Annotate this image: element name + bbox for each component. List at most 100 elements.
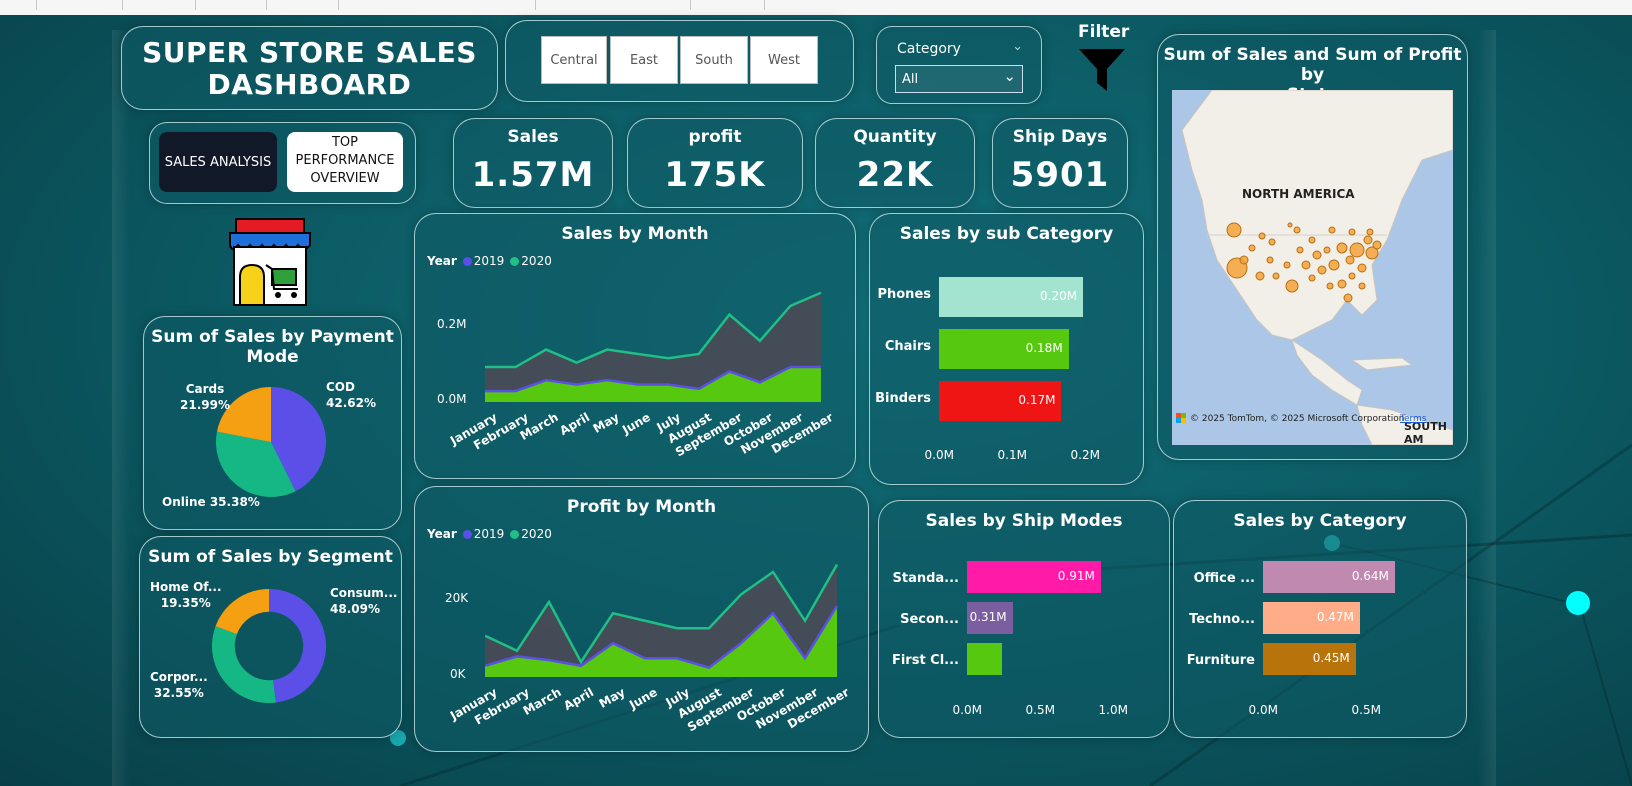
sales-by-month-title: Sales by Month xyxy=(561,224,709,244)
chevron-down-icon: ⌄ xyxy=(1003,67,1016,85)
logo-square xyxy=(1181,418,1186,423)
legend-dot-2020 xyxy=(510,257,520,266)
x-tick-month: April xyxy=(561,685,597,714)
legend-title: Year xyxy=(427,254,457,268)
map-terms-link[interactable]: Terms xyxy=(1400,414,1427,424)
kpi-label: profit xyxy=(688,127,742,147)
state-bubble-map[interactable]: NORTH AMERICA SOUTH AM © 2025 TomTom, © … xyxy=(1172,90,1453,445)
bar[interactable] xyxy=(967,643,1003,675)
top-toolbar-strip xyxy=(0,0,1632,16)
sales-month-area-chart[interactable] xyxy=(485,284,831,402)
kpi-card-ship-days: Ship Days 5901 xyxy=(992,118,1128,208)
region-button-south[interactable]: South xyxy=(680,36,748,84)
category-title: Sales by Category xyxy=(1233,511,1407,531)
x-tick: 1.0M xyxy=(1098,703,1128,717)
map-card: Sum of Sales and Sum of Profit by State … xyxy=(1157,34,1468,460)
category-card: Sales by Category Office ... 0.64M Techno.… xyxy=(1173,500,1467,738)
x-tick: 0.1M xyxy=(997,448,1027,462)
category-slicer-label: Category xyxy=(897,41,961,57)
kpi-value: 5901 xyxy=(1010,155,1110,195)
dashboard-title-card: SUPER STORE SALES DASHBOARD xyxy=(121,26,498,110)
toolbar-separator xyxy=(338,0,339,10)
donut-label-pct: 48.09% xyxy=(330,602,380,616)
chevron-down-icon[interactable]: ⌄ xyxy=(1012,39,1023,54)
kpi-card-profit: profit 175K xyxy=(627,118,803,208)
donut-label-corporate: Corpor... 32.55% xyxy=(150,669,208,701)
ship-modes-title: Sales by Ship Modes xyxy=(925,511,1123,531)
toolbar-separator xyxy=(36,0,37,10)
segment-donut-chart[interactable] xyxy=(212,589,326,703)
button-label-line: OVERVIEW xyxy=(310,171,380,186)
bar-value-label: 0.17M xyxy=(1018,393,1056,407)
sales-by-month-card: Sales by Month Year 2019 2020 0.2M 0.0M Ja… xyxy=(414,213,856,479)
category-dropdown-value: All xyxy=(902,72,919,87)
kpi-value: 1.57M xyxy=(471,155,595,195)
sub-category-title: Sales by sub Category xyxy=(899,224,1114,244)
pie-label-cod: COD 42.62% xyxy=(326,379,376,411)
region-button-west[interactable]: West xyxy=(750,36,818,84)
bar-category-label: Techno... xyxy=(1189,612,1255,627)
legend-dot-2019 xyxy=(462,530,472,539)
profit-by-month-title: Profit by Month xyxy=(566,497,717,517)
category-slicer-card: Category ⌄ All ⌄ xyxy=(876,26,1042,104)
payment-pie-chart[interactable] xyxy=(216,387,326,497)
x-tick-month: May xyxy=(596,685,628,711)
top-performance-overview-button[interactable]: TOP PERFORMANCE OVERVIEW xyxy=(287,132,403,192)
bar-category-label: Binders xyxy=(875,391,931,406)
bar-value-label: 0.18M xyxy=(1025,341,1063,355)
region-button-east[interactable]: East xyxy=(610,36,678,84)
pie-label-name: COD xyxy=(326,380,355,394)
map-bubbles xyxy=(1226,222,1382,303)
kpi-value: 175K xyxy=(664,155,766,195)
x-tick-month: June xyxy=(619,410,653,437)
donut-label-pct: 32.55% xyxy=(153,686,204,700)
segment-donut-slice[interactable] xyxy=(212,626,276,703)
dashboard-title: SUPER STORE SALES DASHBOARD xyxy=(122,37,497,101)
x-tick: 0.5M xyxy=(1351,703,1381,717)
category-dropdown[interactable]: All ⌄ xyxy=(895,65,1023,93)
legend-2020: 2020 xyxy=(521,527,552,541)
title-line: Mode xyxy=(246,347,299,367)
store-cart-icon xyxy=(229,218,311,306)
profit-month-legend: Year 2019 2020 xyxy=(427,527,552,541)
pie-label-pct: 42.62% xyxy=(326,396,376,410)
toolbar-separator xyxy=(690,0,691,10)
payment-mode-title: Sum of Sales by Payment Mode xyxy=(144,327,401,367)
profit-month-area-chart[interactable] xyxy=(485,557,847,677)
title-line: Sum of Sales and Sum of Profit by xyxy=(1163,45,1462,85)
donut-label-home-office: Home Of... 19.35% xyxy=(150,579,222,611)
donut-label-consumer: Consum... 48.09% xyxy=(330,585,397,617)
region-button-central[interactable]: Central xyxy=(541,36,607,84)
toolbar-separator xyxy=(535,0,536,10)
y-tick: 0K xyxy=(450,667,466,681)
kpi-card-sales: Sales 1.57M xyxy=(453,118,613,208)
filter-funnel-icon[interactable] xyxy=(1077,47,1127,95)
button-label-line: PERFORMANCE xyxy=(295,153,395,168)
title-line: Sum of Sales by Payment xyxy=(151,327,394,347)
navigation-card: SALES ANALYSIS TOP PERFORMANCE OVERVIEW xyxy=(149,122,416,204)
profit-by-month-card: Profit by Month Year 2019 2020 20K 0K Janu… xyxy=(414,486,869,752)
toolbar-separator xyxy=(122,0,123,10)
legend-2020: 2020 xyxy=(521,254,552,268)
kpi-label: Ship Days xyxy=(1012,127,1108,147)
kpi-value: 22K xyxy=(856,155,934,195)
x-tick: 0.0M xyxy=(952,703,982,717)
sales-analysis-button[interactable]: SALES ANALYSIS xyxy=(159,132,277,192)
kpi-card-quantity: Quantity 22K xyxy=(815,118,975,208)
bar-value-label: 0.20M xyxy=(1040,289,1078,303)
x-tick-month: April xyxy=(556,410,592,439)
bar-value-label: 0.31M xyxy=(969,610,1007,624)
bar-category-label: Chairs xyxy=(884,339,931,354)
toolbar-separator xyxy=(764,0,765,10)
bar-value-label: 0.91M xyxy=(1057,569,1095,583)
segment-donut-slice[interactable] xyxy=(269,589,326,703)
x-tick-month: June xyxy=(626,685,660,712)
x-tick: 0.0M xyxy=(1248,703,1278,717)
donut-label-name: Consum... xyxy=(330,586,398,600)
segment-donut-slice[interactable] xyxy=(215,589,269,635)
bar-category-label: First Cl... xyxy=(891,653,959,668)
legend-dot-2019 xyxy=(462,257,472,266)
bar-category-label: Secon... xyxy=(900,612,959,627)
bar-value-label: 0.64M xyxy=(1351,569,1389,583)
bar-category-label: Standa... xyxy=(892,571,960,586)
